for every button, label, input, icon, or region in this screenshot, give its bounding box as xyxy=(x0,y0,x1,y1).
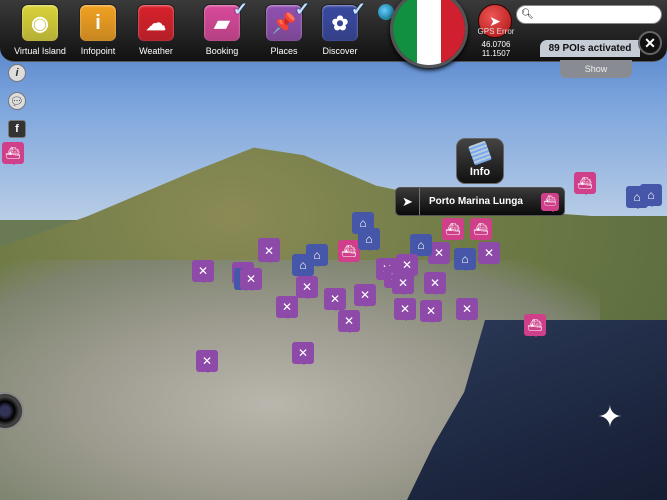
gps-status: GPS Error xyxy=(477,27,515,36)
restaurant-marker[interactable]: ✕ xyxy=(354,284,376,307)
restaurant-marker[interactable]: ✕ xyxy=(392,272,414,295)
discover-marker[interactable]: ⌂ xyxy=(640,184,662,207)
restaurant-marker[interactable]: ✕ xyxy=(478,242,500,265)
pois-activated-badge: 89 POIs activated xyxy=(540,40,640,57)
restaurant-marker[interactable]: ✕ xyxy=(296,276,318,299)
info-label: Info xyxy=(469,166,491,178)
toolbar-label: Booking xyxy=(205,46,239,56)
toolbar-button-virtual-island[interactable]: ◉ Virtual Island xyxy=(10,4,70,56)
restaurant-marker[interactable]: ✕ xyxy=(394,298,416,321)
chat-bubble-icon[interactable]: 💬︎ xyxy=(8,92,26,110)
booking-marker[interactable]: ⛴ xyxy=(574,172,596,195)
restaurant-marker[interactable]: ✕ xyxy=(196,350,218,373)
checkmark-icon: ✓ xyxy=(294,0,310,19)
suitcase-icon-glyph: ▰ xyxy=(214,12,230,35)
restaurant-marker[interactable]: ✕ xyxy=(258,240,280,263)
weather-icon: ☁ xyxy=(137,4,175,42)
restaurant-marker[interactable]: ✕ xyxy=(240,268,262,291)
toolbar-label: Weather xyxy=(139,46,173,56)
pushpin-icon: 📌 ✓ xyxy=(265,0,310,42)
restaurant-marker[interactable]: ✕ xyxy=(424,272,446,295)
booking-marker[interactable]: ⛴ xyxy=(442,218,464,241)
toolbar-label: Virtual Island xyxy=(14,46,66,56)
toolbar-label: Infopoint xyxy=(80,46,116,56)
toolbar-button-infopoint[interactable]: i Infopoint xyxy=(68,4,128,56)
restaurant-marker[interactable]: ✕ xyxy=(338,310,360,333)
flag-stripe-white xyxy=(417,0,441,65)
toolbar-button-booking[interactable]: ▰ ✓ Booking xyxy=(192,0,252,56)
toolbar-button-places[interactable]: 📌 ✓ Places xyxy=(254,0,314,56)
restaurant-marker[interactable]: ✕ xyxy=(420,300,442,323)
restaurant-marker[interactable]: ✕ xyxy=(456,298,478,321)
suitcase-icon: ▰ ✓ xyxy=(203,0,248,42)
poi-popup[interactable]: ➤ Porto Marina Lunga ⛴ xyxy=(395,187,565,216)
close-button[interactable]: ✕ xyxy=(638,31,662,55)
gps-longitude: 11.1507 xyxy=(481,49,511,58)
virtual-island-icon-glyph: ◉ xyxy=(31,12,49,35)
facebook-icon[interactable]: f xyxy=(8,120,26,138)
discover-marker[interactable]: ⌂ xyxy=(454,248,476,271)
restaurant-marker[interactable]: ✕ xyxy=(192,260,214,283)
booking-marker[interactable]: ⛴ xyxy=(524,314,546,337)
info-button[interactable]: Info xyxy=(456,138,504,184)
restaurant-marker[interactable]: ✕ xyxy=(292,342,314,365)
restaurant-marker[interactable]: ✕ xyxy=(324,288,346,311)
marina-icon: ⛴ xyxy=(541,192,559,212)
document-icon xyxy=(468,140,492,166)
info-icon: i xyxy=(79,4,117,42)
discover-marker[interactable]: ⌂ xyxy=(410,234,432,257)
toolbar-button-discover[interactable]: ✿ ✓ Discover xyxy=(310,0,370,56)
compass-icon[interactable]: ✦ xyxy=(596,400,624,436)
booking-marker[interactable]: ⛴ xyxy=(338,240,360,263)
virtual-island-icon: ◉ xyxy=(21,4,59,42)
info-add-icon[interactable]: i xyxy=(8,64,26,82)
toolbar-button-weather[interactable]: ☁ Weather xyxy=(126,4,186,56)
compass-icon: ✿ ✓ xyxy=(321,0,366,42)
booking-marker[interactable]: ⛴ xyxy=(2,142,24,165)
discover-marker[interactable]: ⌂ xyxy=(358,228,380,251)
compass-icon-glyph: ✿ xyxy=(331,12,349,35)
pushpin-icon-glyph: 📌 xyxy=(271,12,297,35)
show-button[interactable]: Show xyxy=(560,60,632,78)
toolbar-label: Places xyxy=(270,46,298,56)
info-icon-glyph: i xyxy=(95,11,101,34)
search-icon: 🔍︎ xyxy=(521,9,534,20)
checkmark-icon: ✓ xyxy=(232,0,248,19)
search-input[interactable] xyxy=(536,9,667,20)
poi-name: Porto Marina Lunga xyxy=(429,196,523,207)
restaurant-marker[interactable]: ✕ xyxy=(276,296,298,319)
booking-marker[interactable]: ⛴ xyxy=(470,218,492,241)
toolbar-label: Discover xyxy=(322,46,358,56)
weather-icon-glyph: ☁ xyxy=(146,12,166,35)
discover-marker[interactable]: ⌂ xyxy=(306,244,328,267)
search-box: 🔍︎ ✕ xyxy=(516,5,667,24)
checkmark-icon: ✓ xyxy=(350,0,366,19)
gps-latitude: 46.0706 xyxy=(481,40,511,49)
navigate-arrow-icon[interactable]: ➤ xyxy=(396,188,420,215)
